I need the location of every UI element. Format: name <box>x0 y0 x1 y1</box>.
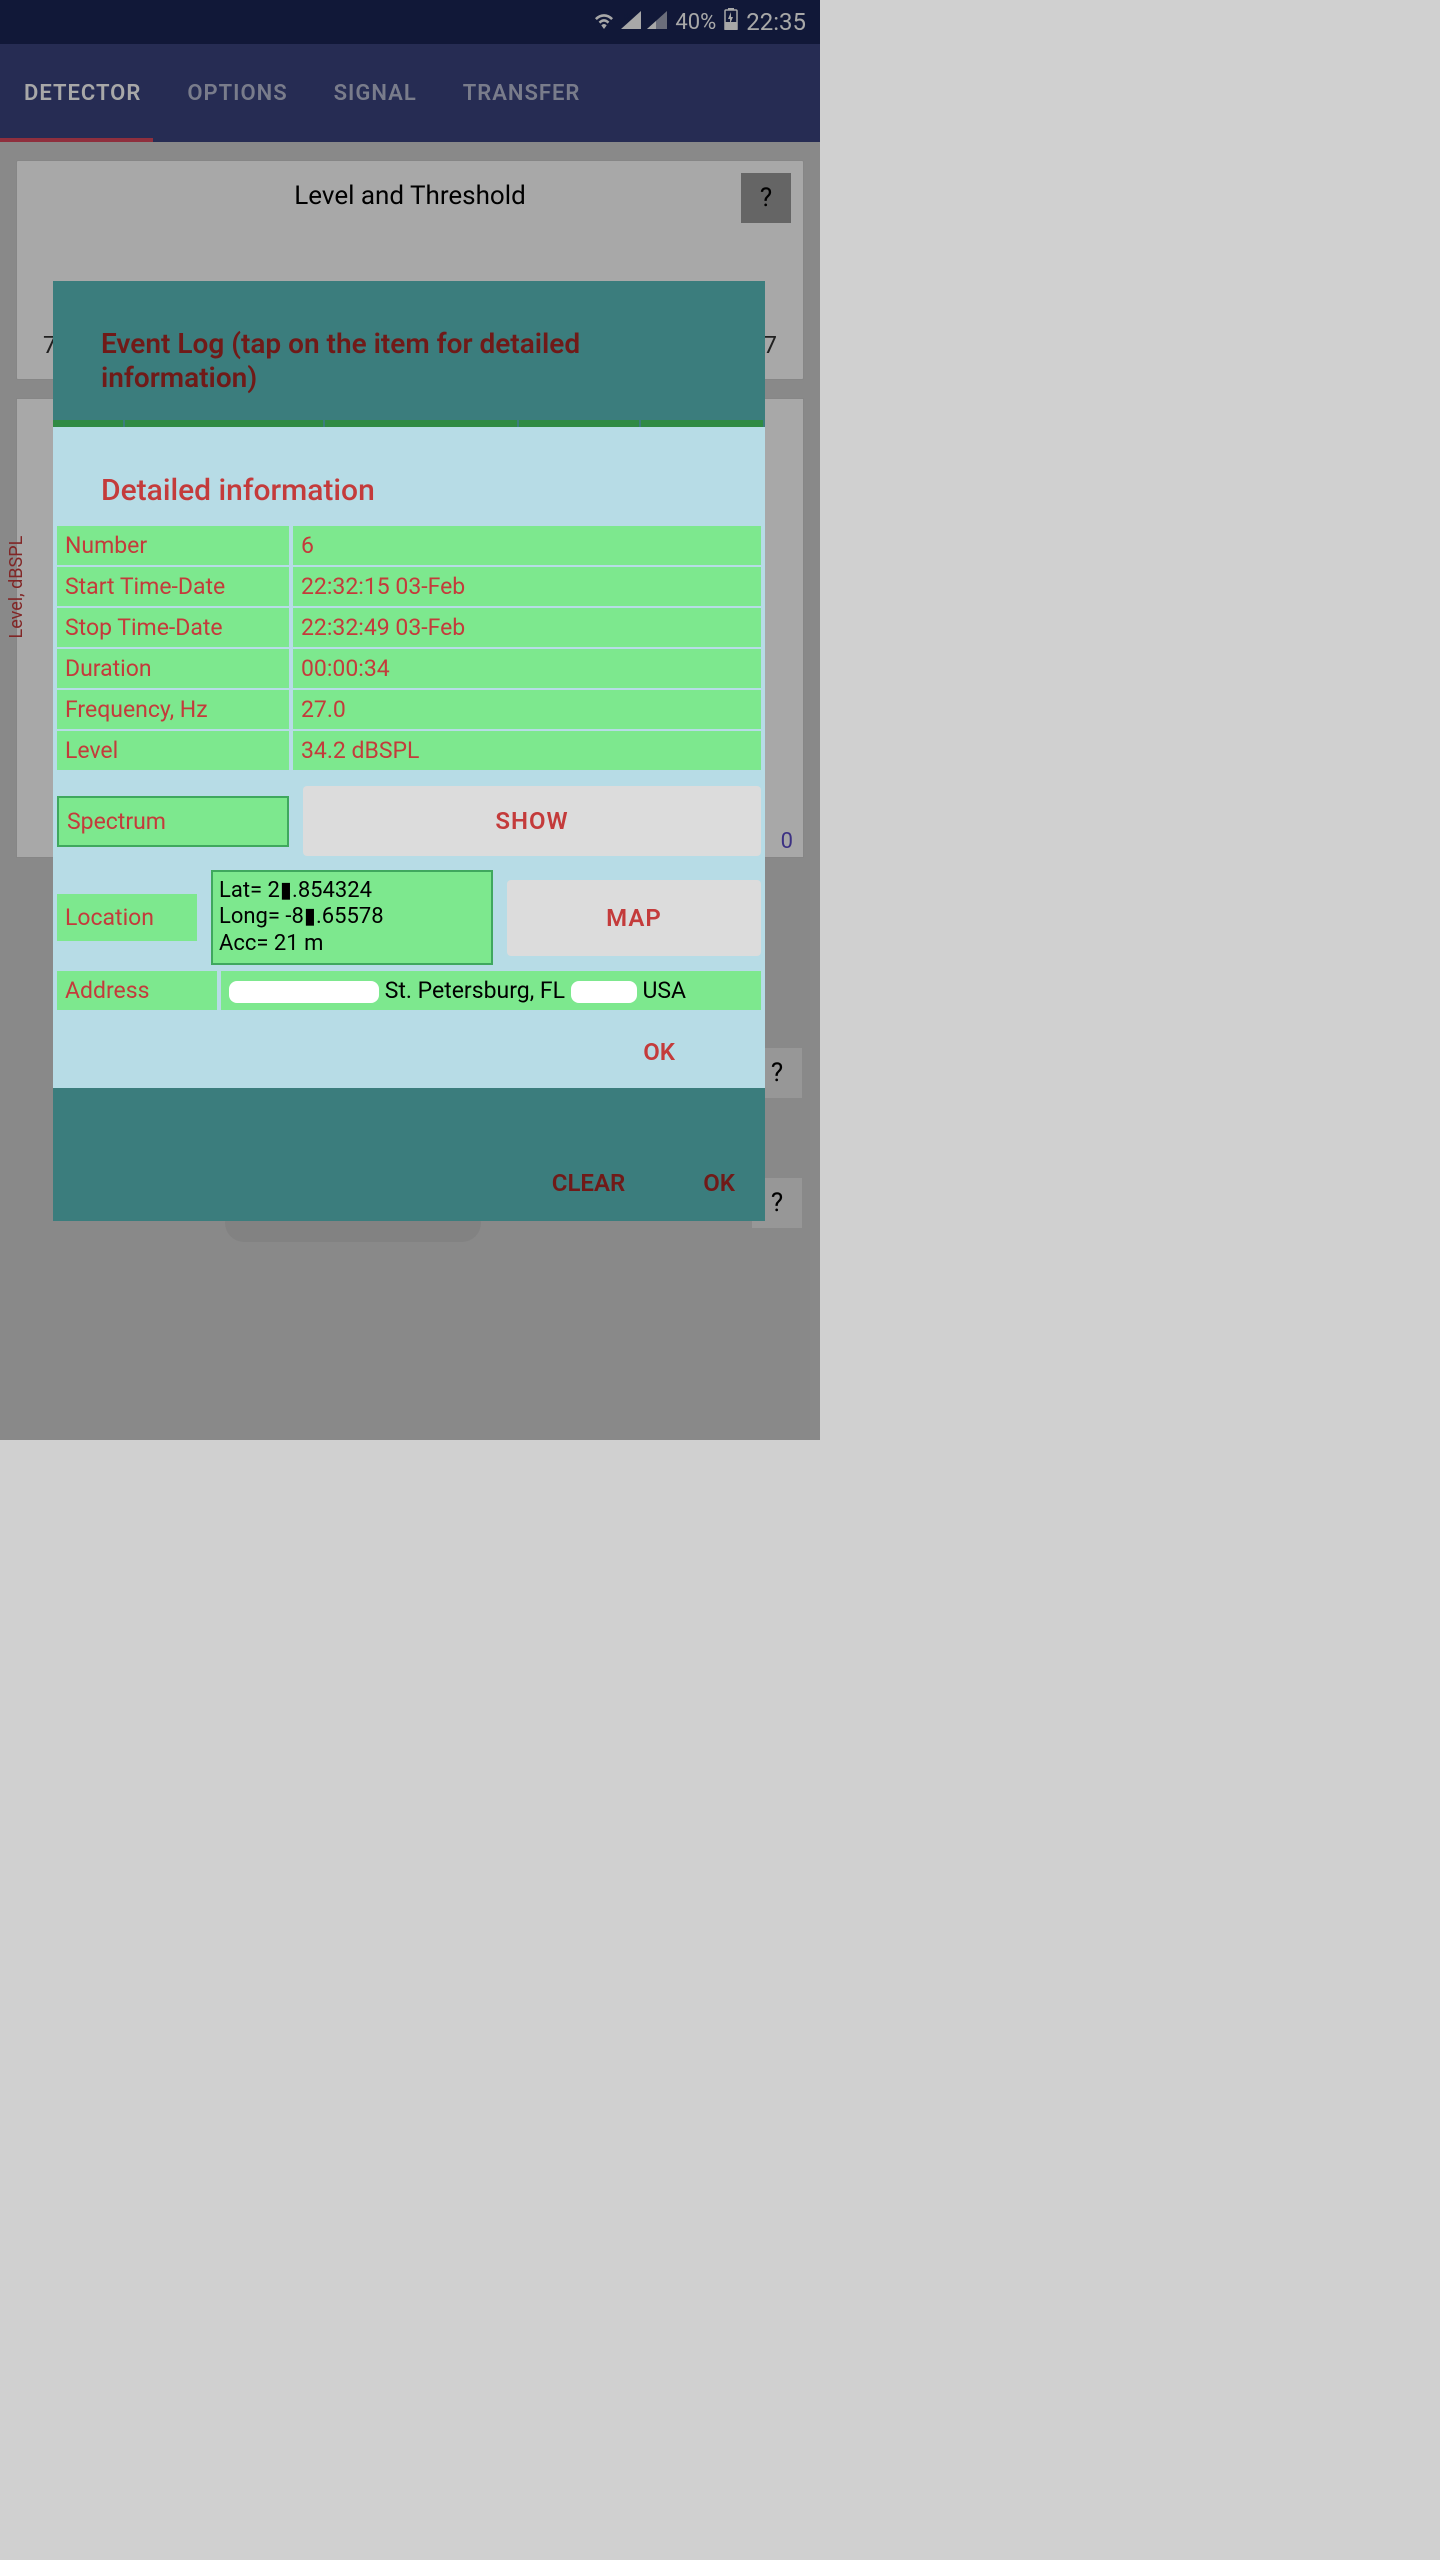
label-frequency: Frequency, Hz <box>57 690 289 729</box>
event-log-ok-button[interactable]: OK <box>703 1169 735 1197</box>
row-location: Location Lat= 2▮.854324 Long= -8▮.65578 … <box>57 870 761 965</box>
label-number: Number <box>57 526 289 565</box>
address-tail: USA <box>637 977 686 1004</box>
value-number: 6 <box>293 526 761 565</box>
event-log-actions: CLEAR OK <box>552 1169 735 1197</box>
label-level: Level <box>57 731 289 770</box>
label-location: Location <box>57 894 197 941</box>
label-stop: Stop Time-Date <box>57 608 289 647</box>
value-stop: 22:32:49 03-Feb <box>293 608 761 647</box>
label-start: Start Time-Date <box>57 567 289 606</box>
row-number: Number 6 <box>57 526 761 565</box>
value-level: 34.2 dBSPL <box>293 731 761 770</box>
value-coordinates: Lat= 2▮.854324 Long= -8▮.65578 Acc= 21 m <box>211 870 493 965</box>
label-address: Address <box>57 971 217 1010</box>
row-duration: Duration 00:00:34 <box>57 649 761 688</box>
value-duration: 00:00:34 <box>293 649 761 688</box>
detail-dialog: Detailed information Number 6 Start Time… <box>53 427 765 1088</box>
row-address: Address St. Petersburg, FL USA <box>57 971 761 1010</box>
value-frequency: 27.0 <box>293 690 761 729</box>
row-frequency: Frequency, Hz 27.0 <box>57 690 761 729</box>
event-log-title: Event Log (tap on the item for detailed … <box>53 281 765 404</box>
redacted-1 <box>229 981 379 1003</box>
row-start: Start Time-Date 22:32:15 03-Feb <box>57 567 761 606</box>
row-level: Level 34.2 dBSPL <box>57 731 761 770</box>
address-mid: St. Petersburg, FL <box>379 977 571 1004</box>
value-start: 22:32:15 03-Feb <box>293 567 761 606</box>
clear-button[interactable]: CLEAR <box>552 1169 625 1197</box>
show-button[interactable]: SHOW <box>303 786 761 856</box>
row-stop: Stop Time-Date 22:32:49 03-Feb <box>57 608 761 647</box>
label-duration: Duration <box>57 649 289 688</box>
detail-ok-button[interactable]: OK <box>53 1010 765 1074</box>
redacted-2 <box>571 981 637 1003</box>
row-spectrum: Spectrum SHOW <box>57 786 761 856</box>
detail-title: Detailed information <box>53 427 765 524</box>
map-button[interactable]: MAP <box>507 880 761 956</box>
label-spectrum: Spectrum <box>57 796 289 847</box>
value-address: St. Petersburg, FL USA <box>221 971 761 1010</box>
